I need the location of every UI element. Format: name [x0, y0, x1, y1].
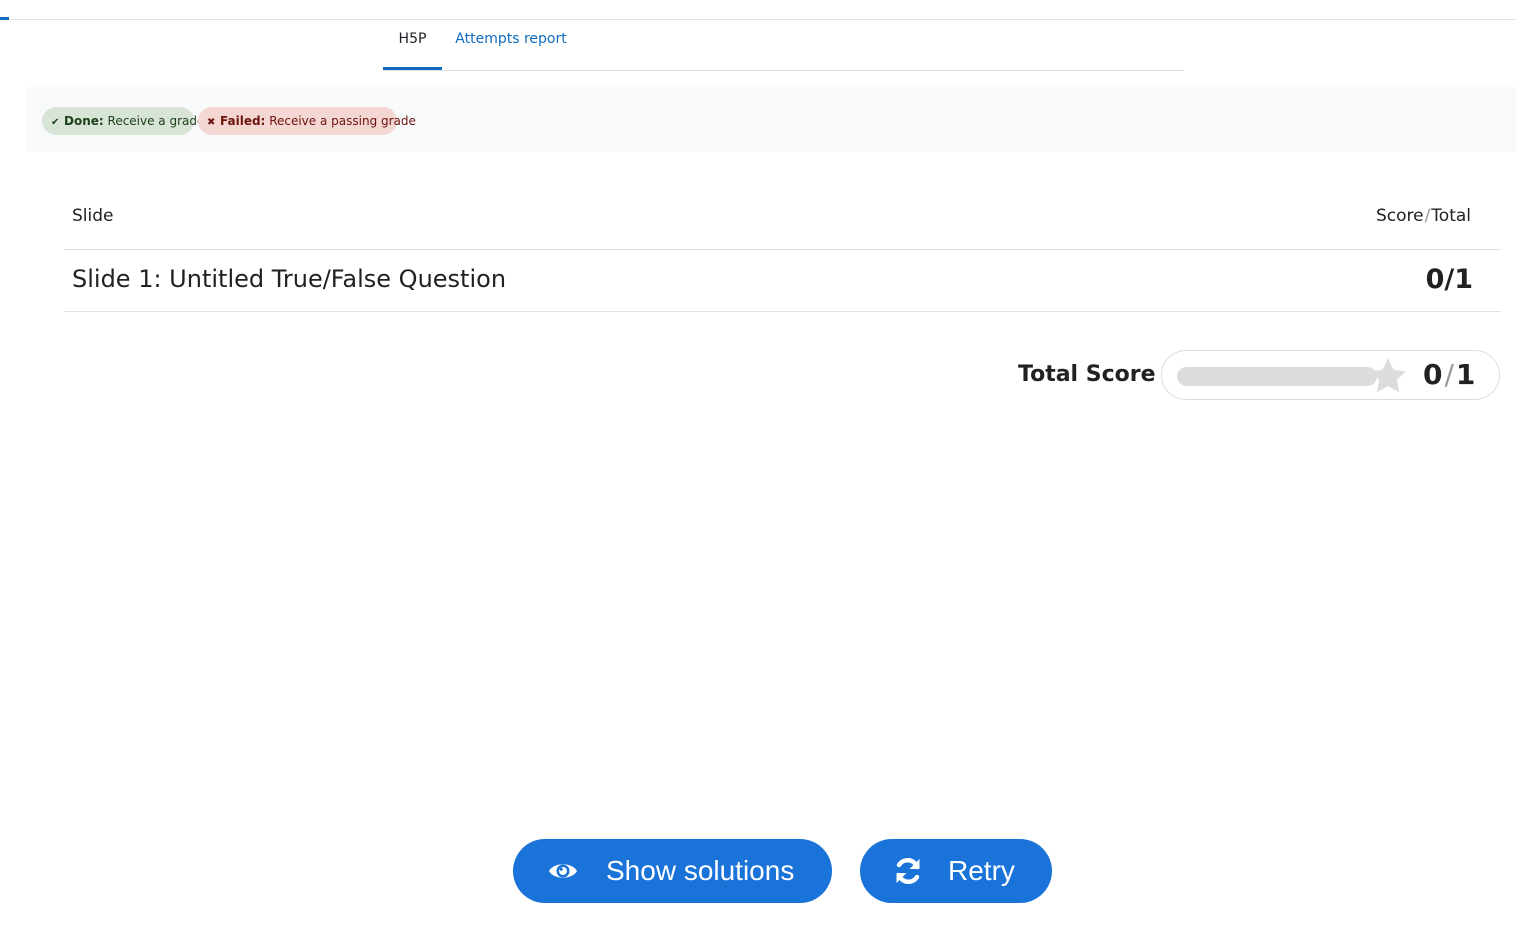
slide-score: 0/1 — [1425, 264, 1473, 295]
top-divider — [0, 19, 1516, 20]
show-solutions-label: Show solutions — [606, 855, 795, 886]
refresh-icon — [896, 857, 920, 885]
header-total: Total — [1431, 206, 1471, 226]
tab-attempts-report[interactable]: Attempts report — [442, 21, 580, 67]
x-icon: ✖ — [207, 117, 216, 128]
badge-failed-text: Receive a passing grade — [269, 114, 416, 128]
total-score-max: 1 — [1455, 358, 1476, 391]
slide-title[interactable]: Slide 1: Untitled True/False Question — [72, 265, 506, 293]
badge-done-label: Done: — [64, 114, 104, 128]
total-score-value: 0/1 — [1423, 358, 1475, 391]
table-header: Slide Score/Total — [64, 185, 1501, 250]
activity-completion: ✔ Done: Receive a grade ✖ Failed: Receive … — [26, 87, 1516, 152]
badge-done-text: Receive a grade — [107, 114, 205, 128]
page: H5P Attempts report ✔ Done: Receive a gra… — [0, 0, 1516, 925]
eye-icon — [549, 864, 577, 878]
header-slide: Slide — [72, 206, 114, 226]
total-score-label: Total Score — [1018, 362, 1156, 387]
total-score-achieved: 0 — [1423, 358, 1443, 391]
table-row[interactable]: Slide 1: Untitled True/False Question 0/… — [64, 250, 1501, 312]
total-score-bar: 0/1 — [1161, 350, 1500, 400]
star-icon — [1369, 358, 1407, 393]
tab-bar: H5P Attempts report — [383, 21, 1184, 71]
header-score: Score — [1375, 206, 1424, 226]
header-separator: / — [1424, 206, 1431, 226]
check-icon: ✔ — [51, 117, 60, 128]
retry-button[interactable]: Retry — [860, 839, 1052, 903]
show-solutions-button[interactable]: Show solutions — [513, 839, 832, 903]
top-accent — [0, 17, 9, 20]
badge-failed-label: Failed: — [220, 114, 266, 128]
summary-table: Slide Score/Total Slide 1: Untitled True… — [64, 185, 1501, 312]
tab-h5p[interactable]: H5P — [383, 21, 442, 70]
header-score-total: Score/Total — [1376, 206, 1471, 226]
completion-badge-failed: ✖ Failed: Receive a passing grade — [198, 107, 416, 135]
completion-badge-done: ✔ Done: Receive a grade — [42, 107, 204, 135]
retry-label: Retry — [948, 855, 1015, 886]
score-progress-track — [1177, 367, 1377, 386]
total-score-separator: / — [1444, 358, 1454, 391]
